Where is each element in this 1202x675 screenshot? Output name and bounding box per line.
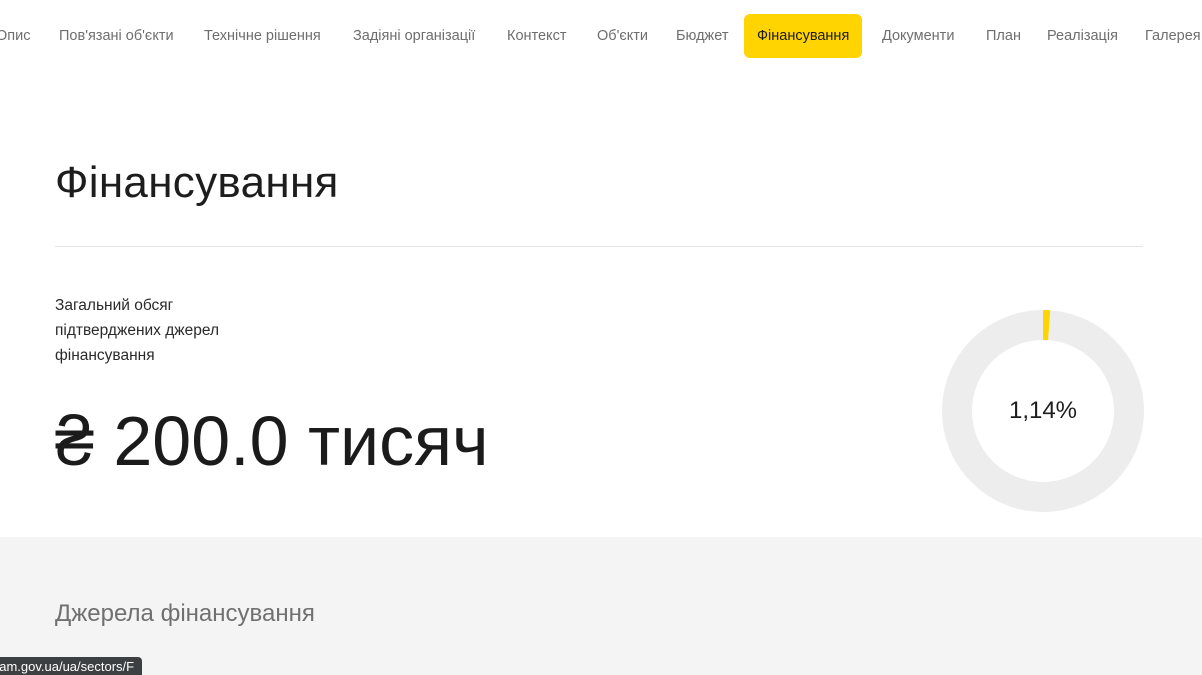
tab-financing[interactable]: Фінансування <box>744 14 863 58</box>
financing-sources-section: Джерела фінансування <box>0 537 1202 675</box>
tab-organizations[interactable]: Задіяні організації <box>353 14 475 58</box>
tab-gallery[interactable]: Галерея <box>1145 14 1201 58</box>
tab-budget[interactable]: Бюджет <box>676 14 728 58</box>
tab-plan[interactable]: План <box>986 14 1021 58</box>
divider <box>55 246 1143 247</box>
status-bar-url: eam.gov.ua/ua/sectors/F <box>0 657 143 675</box>
page: Опис Пов'язані об'єкти Технічне рішення … <box>0 0 1202 675</box>
donut-percent-label: 1,14% <box>1008 397 1078 424</box>
tab-documents[interactable]: Документи <box>882 14 954 58</box>
section-tabs: Опис Пов'язані об'єкти Технічне рішення … <box>0 14 1202 58</box>
total-confirmed-amount: ₴ 200.0 тисяч <box>55 402 489 480</box>
tab-context[interactable]: Контекст <box>507 14 566 58</box>
tab-objects[interactable]: Об'єкти <box>597 14 648 58</box>
total-confirmed-caption: Загальний обсяг підтверджених джерел фін… <box>55 297 220 364</box>
financing-sources-title: Джерела фінансування <box>55 600 315 627</box>
tab-implementation[interactable]: Реалізація <box>1047 14 1118 58</box>
tab-technical-solution[interactable]: Технічне рішення <box>204 14 321 58</box>
page-title: Фінансування <box>55 158 339 207</box>
tab-opys[interactable]: Опис <box>0 14 30 58</box>
tab-related-objects[interactable]: Пов'язані об'єкти <box>59 14 174 58</box>
financing-donut-chart: 1,14% <box>940 308 1146 514</box>
